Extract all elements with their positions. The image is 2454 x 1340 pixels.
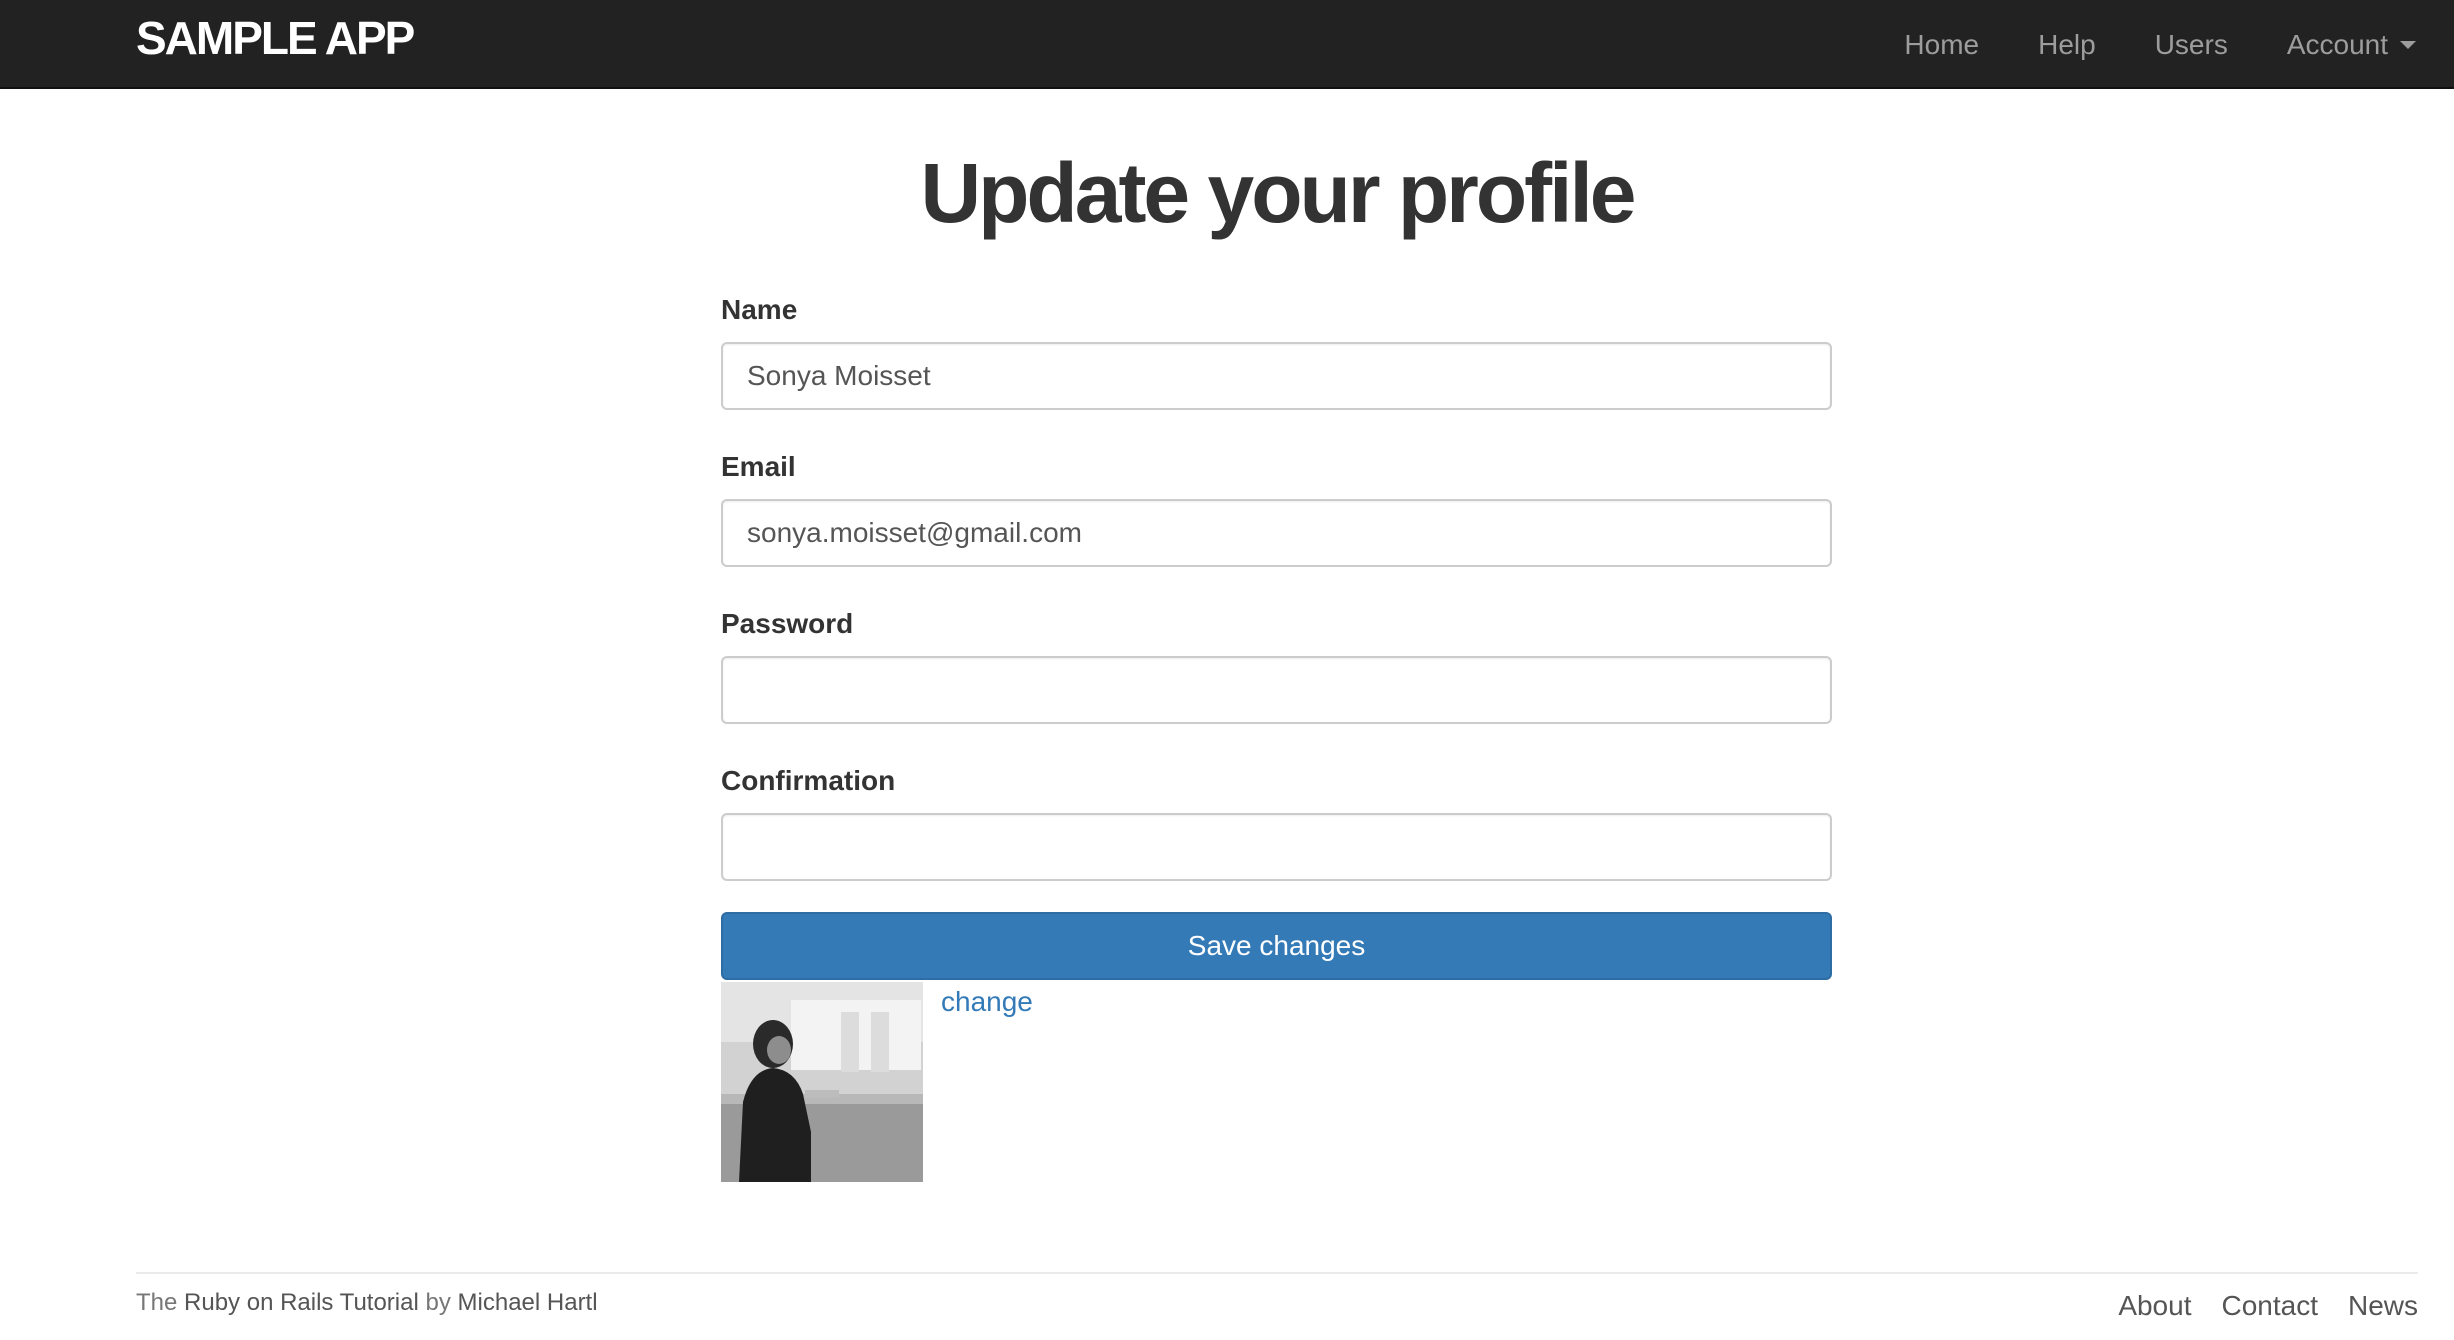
footer-credit-prefix: The [136, 1289, 178, 1316]
footer-contact-link[interactable]: Contact [2221, 1286, 2318, 1326]
nav-account-label: Account [2286, 28, 2388, 60]
email-input[interactable] [721, 499, 1832, 567]
change-avatar-link[interactable]: change [941, 984, 1033, 1020]
nav-users-link[interactable]: Users [2155, 29, 2228, 61]
name-label: Name [721, 294, 798, 325]
app-logo[interactable]: sample app [136, 12, 415, 64]
page-title: Update your profile [0, 138, 2454, 248]
name-input[interactable] [721, 342, 1832, 410]
nav-links: Home Help Users Account [1845, 0, 2416, 89]
caret-down-icon [2400, 40, 2416, 49]
footer-credit-by: by [425, 1289, 451, 1316]
avatar-photo-icon [721, 982, 923, 1182]
nav-home-link[interactable]: Home [1904, 29, 1979, 61]
page-title-text: Update your profile [920, 146, 1636, 240]
confirmation-label: Confirmation [721, 765, 896, 796]
footer-about-link[interactable]: About [2118, 1286, 2191, 1326]
save-changes-button[interactable]: Save changes [721, 912, 1832, 980]
nav-account-dropdown[interactable]: Account [2287, 29, 2416, 61]
top-navbar: sample app Home Help Users Account [0, 0, 2454, 89]
password-label: Password [721, 608, 854, 639]
footer-credit: The Ruby on Rails Tutorial by Michael Ha… [136, 1286, 598, 1320]
confirmation-input[interactable] [721, 813, 1832, 881]
rails-tutorial-link[interactable]: Ruby on Rails Tutorial [184, 1289, 419, 1316]
gravatar-section: change [721, 982, 1033, 1182]
footer: The Ruby on Rails Tutorial by Michael Ha… [136, 1272, 2418, 1340]
email-label: Email [721, 451, 796, 482]
footer-news-link[interactable]: News [2348, 1286, 2418, 1326]
avatar [721, 982, 923, 1182]
password-input[interactable] [721, 656, 1832, 724]
footer-links: About Contact News [2088, 1286, 2418, 1326]
profile-edit-form: Name Email Password Confirmation Save ch… [721, 290, 1832, 980]
author-link[interactable]: Michael Hartl [458, 1289, 598, 1316]
nav-help-link[interactable]: Help [2038, 29, 2096, 61]
